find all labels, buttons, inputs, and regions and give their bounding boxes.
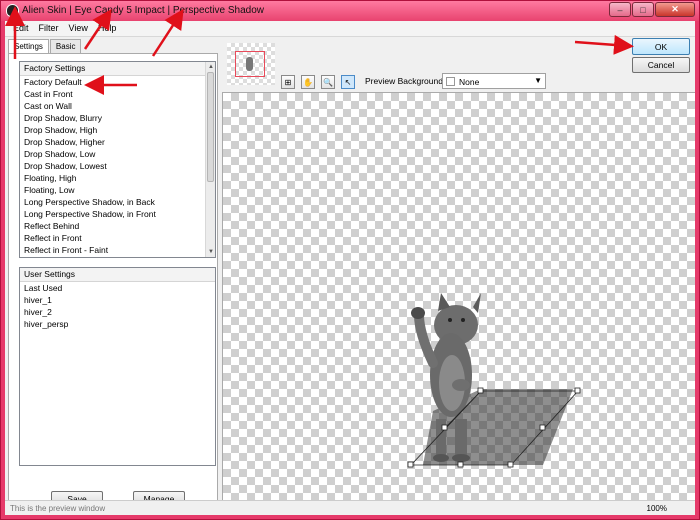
preview-canvas[interactable] <box>222 92 695 500</box>
maximize-button[interactable]: □ <box>632 2 654 17</box>
window-title: Alien Skin | Eye Candy 5 Impact | Perspe… <box>22 5 264 16</box>
cancel-button[interactable]: Cancel <box>632 57 690 73</box>
client-area: Edit Filter View Help Settings Basic Fac… <box>5 21 695 515</box>
tab-settings[interactable]: Settings <box>8 39 49 54</box>
factory-setting-item[interactable]: Cast in Front <box>20 88 215 100</box>
hand-icon[interactable]: ✋ <box>301 75 315 89</box>
user-setting-item[interactable]: hiver_1 <box>20 294 215 306</box>
tab-basic[interactable]: Basic <box>49 39 82 53</box>
move-preview-icon[interactable]: ⊞ <box>281 75 295 89</box>
preview-background-select[interactable]: None ▼ <box>442 73 546 89</box>
factory-list-scrollbar[interactable]: ▲ ▼ <box>205 62 215 257</box>
factory-setting-item[interactable]: Reflect in Front <box>20 232 215 244</box>
factory-setting-item[interactable]: Floating, High <box>20 172 215 184</box>
factory-setting-item[interactable]: Reflect Behind <box>20 220 215 232</box>
zoom-icon[interactable]: 🔍 <box>321 75 335 89</box>
chevron-down-icon[interactable]: ▼ <box>534 76 542 85</box>
preview-background-value: None <box>459 77 480 87</box>
factory-setting-item[interactable]: Drop Shadow, Lowest <box>20 160 215 172</box>
status-text: This is the preview window <box>10 504 106 513</box>
zoom-level: 100% <box>646 504 667 513</box>
background-swatch <box>446 77 455 86</box>
factory-setting-item[interactable]: Drop Shadow, High <box>20 124 215 136</box>
preview-image <box>407 293 581 468</box>
app-window: Alien Skin | Eye Candy 5 Impact | Perspe… <box>0 0 700 520</box>
window-controls: – □ ✕ <box>609 2 695 17</box>
close-button[interactable]: ✕ <box>655 2 695 17</box>
title-bar: Alien Skin | Eye Candy 5 Impact | Perspe… <box>1 1 699 21</box>
menu-help[interactable]: Help <box>93 21 122 36</box>
factory-settings-list[interactable]: Factory Settings Factory Default Cast in … <box>19 61 216 258</box>
factory-settings-header: Factory Settings <box>20 62 215 76</box>
tab-strip: Settings Basic <box>8 39 82 54</box>
scroll-down-icon[interactable]: ▼ <box>206 247 216 257</box>
ok-button[interactable]: OK <box>632 38 690 55</box>
factory-setting-item[interactable]: Long Perspective Shadow, in Back <box>20 196 215 208</box>
user-settings-list[interactable]: User Settings Last Used hiver_1 hiver_2 hiv… <box>19 267 216 466</box>
status-bar: This is the preview window 100% <box>5 500 695 515</box>
user-setting-item[interactable]: hiver_persp <box>20 318 215 330</box>
factory-setting-item[interactable]: Factory Default <box>20 76 215 88</box>
factory-setting-item[interactable]: Drop Shadow, Blurry <box>20 112 215 124</box>
settings-panel: Factory Settings Factory Default Cast in … <box>8 53 218 510</box>
scroll-thumb[interactable] <box>207 72 214 182</box>
user-setting-item[interactable]: Last Used <box>20 282 215 294</box>
scroll-up-icon[interactable]: ▲ <box>206 62 216 72</box>
menu-bar: Edit Filter View Help <box>5 21 695 37</box>
user-settings-header: User Settings <box>20 268 215 282</box>
factory-setting-item[interactable]: Drop Shadow, Low <box>20 148 215 160</box>
menu-filter[interactable]: Filter <box>34 21 64 36</box>
thumbnail-image <box>246 57 253 71</box>
factory-setting-item[interactable]: Cast on Wall <box>20 100 215 112</box>
alien-skin-icon <box>6 4 19 17</box>
factory-setting-item[interactable]: Reflect in Front - Faint <box>20 244 215 256</box>
pointer-icon[interactable]: ↖ <box>341 75 355 89</box>
navigator-thumbnail[interactable] <box>227 43 275 85</box>
factory-setting-item[interactable]: Long Perspective Shadow, in Front <box>20 208 215 220</box>
preview-background-label: Preview Background: <box>365 76 446 86</box>
menu-edit[interactable]: Edit <box>8 21 34 36</box>
factory-setting-item[interactable]: Floating, Low <box>20 184 215 196</box>
minimize-button[interactable]: – <box>609 2 631 17</box>
menu-view[interactable]: View <box>64 21 93 36</box>
user-setting-item[interactable]: hiver_2 <box>20 306 215 318</box>
factory-setting-item[interactable]: Drop Shadow, Higher <box>20 136 215 148</box>
